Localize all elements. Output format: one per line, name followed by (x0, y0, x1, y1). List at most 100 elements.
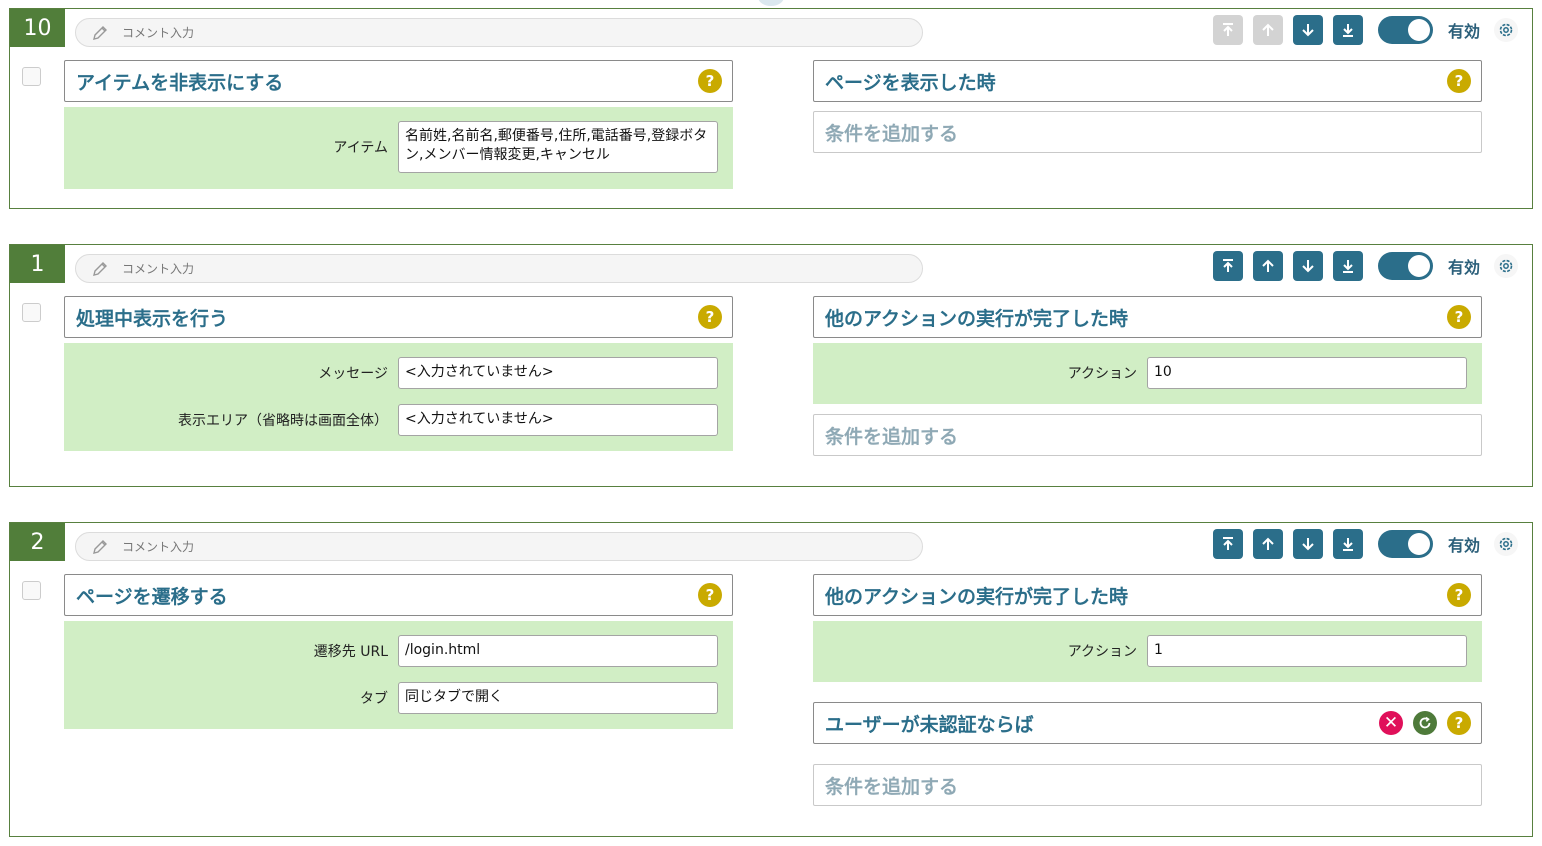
move-top-button[interactable] (1212, 251, 1243, 281)
move-bottom-button[interactable] (1332, 251, 1363, 281)
param-row: アクション 1 (813, 635, 1482, 667)
help-icon[interactable]: ? (1447, 711, 1471, 735)
enabled-label: 有効 (1447, 536, 1480, 555)
move-top-icon (1222, 537, 1233, 550)
help-icon[interactable]: ? (698, 583, 722, 607)
remove-condition-icon[interactable]: ✕ (1379, 711, 1403, 735)
trigger-header[interactable]: 他のアクションの実行が完了した時 ? (813, 296, 1482, 338)
comment-input[interactable]: コメント入力 (75, 532, 923, 561)
help-icon[interactable]: ? (1447, 583, 1471, 607)
move-bottom-button[interactable] (1332, 15, 1363, 45)
add-condition-button[interactable]: 条件を追加する (813, 111, 1482, 153)
select-checkbox[interactable] (22, 303, 41, 322)
trigger-header[interactable]: ページを表示した時 ? (813, 60, 1482, 102)
param-label: 遷移先 URL (313, 644, 388, 660)
message-input[interactable]: <入力されていません> (398, 357, 718, 389)
arrow-down-icon (1302, 538, 1314, 551)
param-label: アクション (1067, 366, 1137, 382)
move-bottom-button[interactable] (1332, 529, 1363, 559)
action-card: 10 コメント入力 有効 アイテムを非表示にする ? アイテム 名前姓,名前名,… (9, 8, 1533, 209)
action-number: 10 (10, 9, 65, 47)
action-number: 1 (10, 245, 65, 283)
add-condition-button[interactable]: 条件を追加する (813, 764, 1482, 806)
arrow-up-icon (1262, 23, 1274, 36)
param-label: メッセージ (318, 366, 388, 382)
scroll-indicator (758, 0, 784, 6)
settings-button[interactable] (1494, 532, 1518, 556)
toggle-knob (1407, 533, 1430, 555)
settings-button[interactable] (1494, 254, 1518, 278)
move-up-button[interactable] (1252, 15, 1283, 45)
action-header[interactable]: アイテムを非表示にする ? (64, 60, 733, 102)
action-title: 処理中表示を行う (76, 307, 229, 330)
move-bottom-icon (1342, 538, 1353, 551)
select-checkbox[interactable] (22, 581, 41, 600)
pencil-icon (90, 23, 110, 43)
move-top-button[interactable] (1212, 15, 1243, 45)
param-label: タブ (360, 691, 388, 707)
enabled-label: 有効 (1447, 22, 1480, 41)
param-label: アイテム (333, 140, 388, 156)
action-toolbar: 有効 (1212, 15, 1518, 45)
pencil-icon (90, 537, 110, 557)
action-ref-input[interactable]: 1 (1147, 635, 1467, 667)
action-params: メッセージ <入力されていません> 表示エリア（省略時は画面全体） <入力されて… (64, 343, 733, 451)
param-row: タブ 同じタブで開く (64, 682, 733, 714)
display-area-input[interactable]: <入力されていません> (398, 404, 718, 436)
param-label: 表示エリア（省略時は画面全体） (178, 413, 388, 429)
comment-input[interactable]: コメント入力 (75, 18, 923, 47)
move-up-button[interactable] (1252, 529, 1283, 559)
tab-select[interactable]: 同じタブで開く (398, 682, 718, 714)
move-down-button[interactable] (1292, 15, 1323, 45)
gear-icon (1499, 259, 1513, 273)
invert-condition-icon[interactable] (1413, 711, 1437, 735)
move-down-button[interactable] (1292, 529, 1323, 559)
select-checkbox[interactable] (22, 67, 41, 86)
items-input[interactable]: 名前姓,名前名,郵便番号,住所,電話番号,登録ボタン,メンバー情報変更,キャンセ… (398, 121, 718, 173)
action-number: 2 (10, 523, 65, 561)
trigger-title: ページを表示した時 (825, 71, 996, 94)
trigger-params: アクション 10 (813, 343, 1482, 404)
param-row: 遷移先 URL /login.html (64, 635, 733, 667)
trigger-header[interactable]: 他のアクションの実行が完了した時 ? (813, 574, 1482, 616)
move-up-button[interactable] (1252, 251, 1283, 281)
arrow-up-icon (1262, 537, 1274, 550)
action-params: 遷移先 URL /login.html タブ 同じタブで開く (64, 621, 733, 729)
settings-button[interactable] (1494, 18, 1518, 42)
action-header[interactable]: ページを遷移する ? (64, 574, 733, 616)
move-bottom-icon (1342, 260, 1353, 273)
action-params: アイテム 名前姓,名前名,郵便番号,住所,電話番号,登録ボタン,メンバー情報変更… (64, 107, 733, 189)
add-condition-button[interactable]: 条件を追加する (813, 414, 1482, 456)
param-row: メッセージ <入力されていません> (64, 357, 733, 389)
param-row: 表示エリア（省略時は画面全体） <入力されていません> (64, 404, 733, 436)
comment-placeholder: コメント入力 (122, 262, 195, 276)
action-ref-input[interactable]: 10 (1147, 357, 1467, 389)
arrow-down-icon (1302, 260, 1314, 273)
enable-toggle[interactable] (1377, 252, 1433, 280)
enable-toggle[interactable] (1377, 530, 1433, 558)
action-header[interactable]: 処理中表示を行う ? (64, 296, 733, 338)
help-icon[interactable]: ? (1447, 305, 1471, 329)
help-icon[interactable]: ? (698, 69, 722, 93)
comment-input[interactable]: コメント入力 (75, 254, 923, 283)
param-row: アクション 10 (813, 357, 1482, 389)
move-top-icon (1222, 259, 1233, 272)
help-icon[interactable]: ? (1447, 69, 1471, 93)
trigger-title: 他のアクションの実行が完了した時 (825, 307, 1129, 330)
param-row: アイテム 名前姓,名前名,郵便番号,住所,電話番号,登録ボタン,メンバー情報変更… (64, 121, 733, 173)
arrow-down-icon (1302, 24, 1314, 37)
param-label: アクション (1067, 644, 1137, 660)
url-input[interactable]: /login.html (398, 635, 718, 667)
action-title: ページを遷移する (76, 585, 228, 608)
move-down-button[interactable] (1292, 251, 1323, 281)
action-card: 2 コメント入力 有効 ページを遷移する ? 遷移先 URL /login.ht… (9, 522, 1533, 837)
action-title: アイテムを非表示にする (76, 71, 284, 94)
move-top-button[interactable] (1212, 529, 1243, 559)
help-icon[interactable]: ? (698, 305, 722, 329)
enable-toggle[interactable] (1377, 16, 1433, 44)
condition-header[interactable]: ユーザーが未認証ならば ✕ ? (813, 702, 1482, 744)
condition-title: ユーザーが未認証ならば (825, 713, 1034, 736)
move-top-icon (1222, 23, 1233, 36)
move-bottom-icon (1342, 24, 1353, 37)
comment-placeholder: コメント入力 (122, 26, 195, 40)
